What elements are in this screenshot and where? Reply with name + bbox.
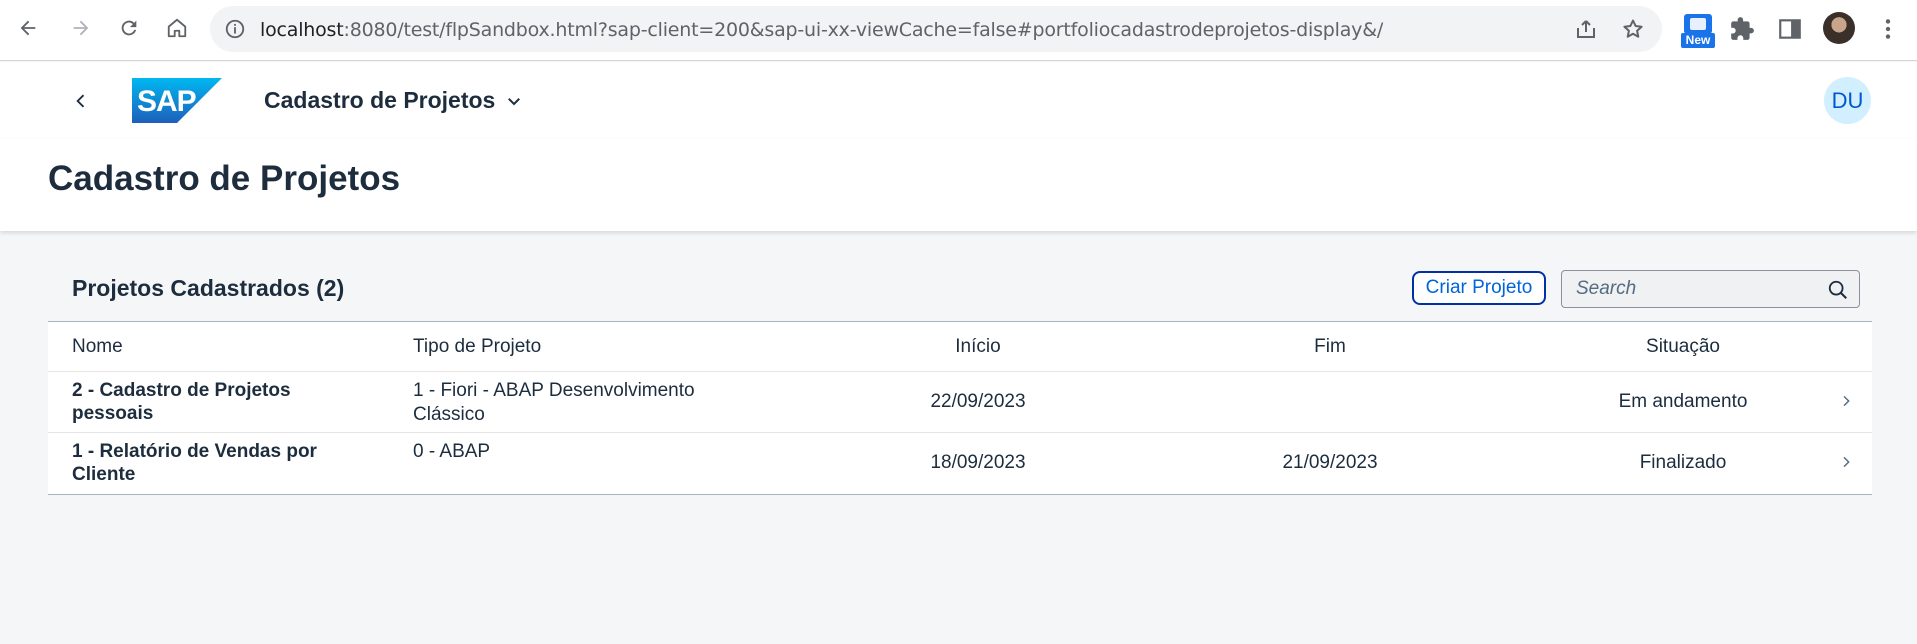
search-field[interactable]	[1561, 270, 1860, 308]
app-title-menu[interactable]: Cadastro de Projetos	[264, 87, 523, 114]
extension-new-icon[interactable]: New	[1681, 14, 1715, 50]
cell-fim: 21/09/2023	[1282, 452, 1378, 473]
address-bar[interactable]: localhost:8080/test/flpSandbox.html?sap-…	[210, 6, 1662, 52]
column-header-nome: Nome	[72, 336, 123, 357]
site-info-icon[interactable]	[224, 18, 246, 40]
cell-nome: 2 - Cadastro de Projetos pessoais	[72, 380, 291, 424]
browser-toolbar: localhost:8080/test/flpSandbox.html?sap-…	[0, 0, 1917, 61]
url-path: :8080/test/flpSandbox.html?sap-client=20…	[343, 19, 1384, 41]
projects-table: Nome Tipo de Projeto Início Fim Situação…	[48, 321, 1872, 495]
menu-kebab-icon[interactable]	[1875, 16, 1901, 42]
cell-inicio: 18/09/2023	[930, 452, 1026, 473]
home-icon[interactable]	[161, 12, 193, 44]
search-icon[interactable]	[1827, 279, 1849, 301]
cell-nome: 1 - Relatório de Vendas por Cliente	[72, 441, 317, 485]
chevron-right-icon[interactable]	[1838, 454, 1854, 470]
chevron-down-icon	[508, 97, 521, 105]
browser-profile-avatar[interactable]	[1823, 12, 1855, 44]
shell-bar: SAP Cadastro de Projetos DU	[0, 62, 1917, 139]
forward-arrow-icon[interactable]	[65, 12, 97, 44]
table-header-row: Nome Tipo de Projeto Início Fim Situação	[48, 322, 1872, 372]
search-input[interactable]	[1576, 278, 1816, 300]
column-header-tipo: Tipo de Projeto	[413, 336, 542, 357]
sap-logo-text: SAP	[137, 85, 196, 118]
url-text[interactable]: localhost:8080/test/flpSandbox.html?sap-…	[260, 19, 1383, 41]
chevron-left-icon	[76, 94, 85, 108]
table-row[interactable]: 1 - Relatório de Vendas por Cliente 0 - …	[48, 433, 1872, 494]
reload-icon[interactable]	[113, 12, 145, 44]
extensions-puzzle-icon[interactable]	[1729, 16, 1755, 42]
extension-window-icon	[1684, 14, 1712, 34]
table-row[interactable]: 2 - Cadastro de Projetos pessoais 1 - Fi…	[48, 372, 1872, 433]
shell-back-button[interactable]	[66, 86, 96, 116]
page-title: Cadastro de Projetos	[48, 159, 401, 198]
cell-inicio: 22/09/2023	[930, 391, 1026, 412]
back-arrow-icon[interactable]	[12, 12, 44, 44]
chevron-right-icon[interactable]	[1838, 393, 1854, 409]
table-title: Projetos Cadastrados (2)	[72, 275, 345, 301]
column-header-situacao: Situação	[1646, 336, 1720, 357]
sap-logo[interactable]: SAP	[132, 78, 222, 123]
bookmark-star-icon[interactable]	[1621, 17, 1645, 41]
cell-tipo: 0 - ABAP	[413, 441, 491, 462]
page-header: Cadastro de Projetos	[0, 139, 1917, 231]
app-title: Cadastro de Projetos	[264, 87, 496, 113]
cell-situacao: Finalizado	[1639, 452, 1727, 473]
url-host: localhost	[260, 19, 344, 41]
create-project-button[interactable]: Criar Projeto	[1412, 271, 1546, 305]
extension-new-badge: New	[1681, 33, 1715, 48]
column-header-inicio: Início	[955, 336, 1001, 357]
user-avatar[interactable]: DU	[1824, 77, 1871, 124]
cell-situacao: Em andamento	[1618, 391, 1748, 412]
share-icon[interactable]	[1574, 17, 1598, 41]
column-header-fim: Fim	[1314, 336, 1346, 357]
cell-tipo: 1 - Fiori - ABAP Desenvolvimento Clássic…	[413, 380, 695, 425]
side-panel-icon[interactable]	[1777, 16, 1803, 42]
